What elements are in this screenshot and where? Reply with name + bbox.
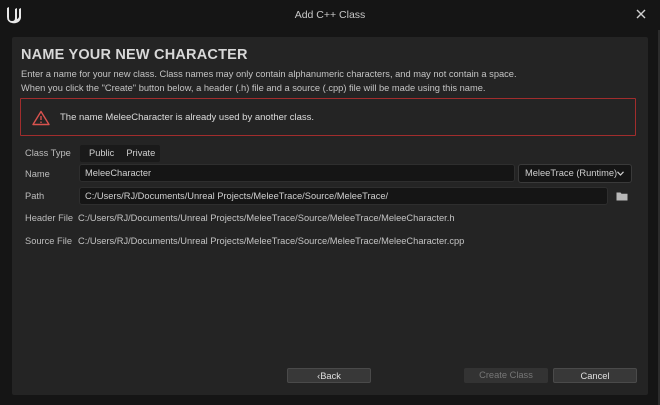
error-banner: The name MeleeCharacter is already used …	[20, 98, 636, 136]
page-title: NAME YOUR NEW CHARACTER	[21, 47, 248, 63]
folder-icon[interactable]	[616, 191, 628, 201]
description-line-2: When you click the "Create" button below…	[21, 83, 486, 93]
cancel-button[interactable]: Cancel	[553, 368, 637, 383]
description-line-1: Enter a name for your new class. Class n…	[21, 69, 517, 79]
class-type-toggle: Public Private	[80, 145, 160, 162]
chevron-down-icon	[617, 171, 624, 176]
warning-triangle-icon	[32, 110, 50, 126]
module-dropdown[interactable]: MeleeTrace (Runtime)	[518, 164, 632, 183]
class-name-input[interactable]: MeleeCharacter	[79, 164, 515, 182]
name-label: Name	[25, 169, 50, 179]
class-type-label: Class Type	[25, 148, 71, 158]
header-file-path: C:/Users/RJ/Documents/Unreal Projects/Me…	[78, 213, 455, 223]
back-button-label: Back	[320, 371, 341, 381]
dialog-panel: NAME YOUR NEW CHARACTER Enter a name for…	[12, 37, 648, 395]
header-file-label: Header File	[25, 213, 74, 223]
source-file-label: Source File	[25, 236, 73, 246]
error-message: The name MeleeCharacter is already used …	[60, 112, 314, 123]
create-class-button[interactable]: Create Class	[464, 368, 548, 383]
module-dropdown-value: MeleeTrace (Runtime)	[525, 168, 618, 178]
class-type-private-option[interactable]: Private	[120, 145, 161, 162]
back-button[interactable]: ‹Back	[287, 368, 371, 383]
source-file-path: C:/Users/RJ/Documents/Unreal Projects/Me…	[78, 236, 465, 246]
window-title: Add C++ Class	[294, 9, 366, 21]
title-bar: Add C++ Class	[0, 0, 660, 30]
path-label: Path	[25, 191, 45, 201]
close-icon[interactable]	[634, 7, 648, 21]
class-type-public-option[interactable]: Public	[80, 145, 120, 162]
path-input[interactable]: C:/Users/RJ/Documents/Unreal Projects/Me…	[79, 187, 608, 205]
